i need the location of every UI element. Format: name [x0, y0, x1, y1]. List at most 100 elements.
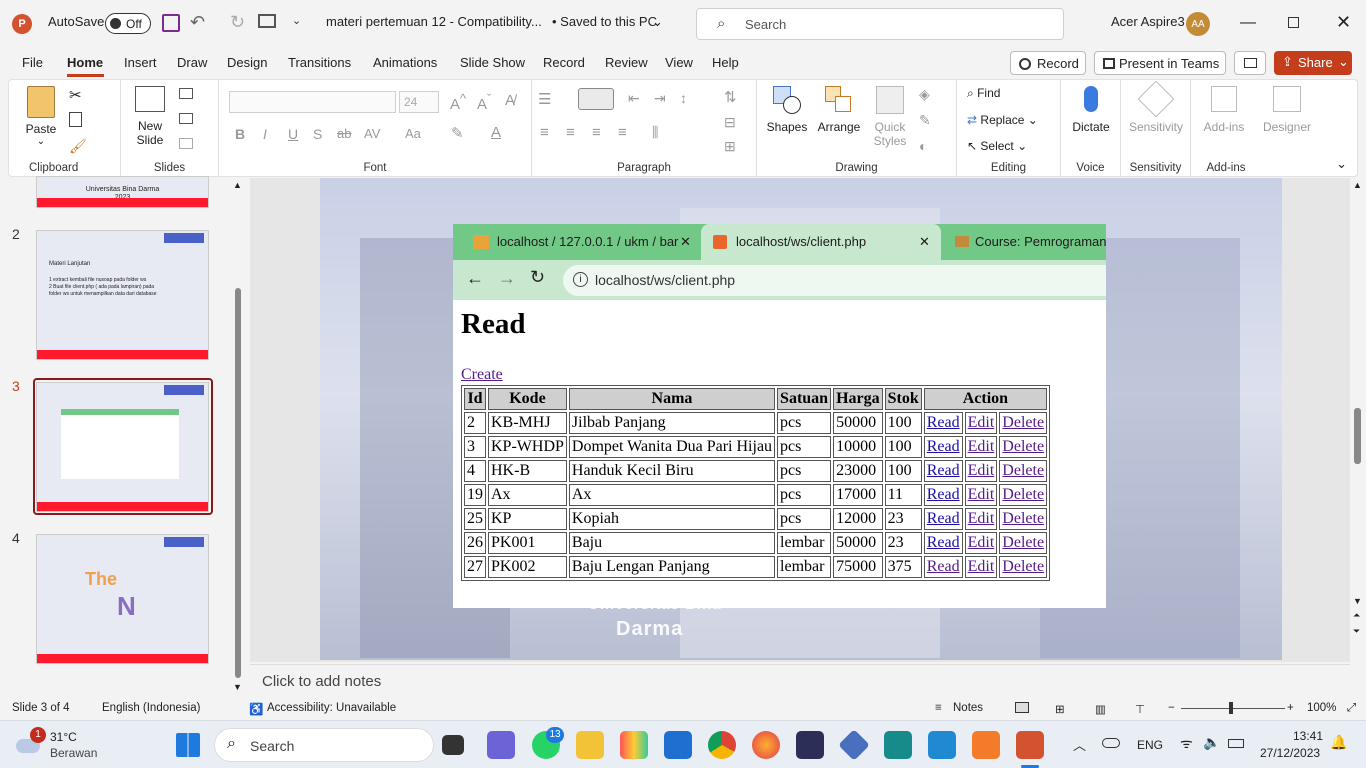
edit-link[interactable]: Edit	[968, 534, 995, 551]
network-app-icon[interactable]	[838, 729, 870, 761]
scroll-down-icon[interactable]: ▼	[233, 682, 242, 692]
slide-sorter-icon[interactable]: ⊞	[1055, 702, 1065, 716]
numbering-icon[interactable]	[578, 88, 614, 110]
decrease-font-icon[interactable]: Aˇ	[477, 92, 491, 113]
taskbar-search[interactable]: ⌕ Search	[214, 728, 434, 762]
avatar[interactable]: AA	[1186, 12, 1210, 36]
edit-link[interactable]: Edit	[968, 462, 995, 479]
present-from-start-icon[interactable]	[258, 14, 276, 28]
save-status-chevron-icon[interactable]: ⌄	[652, 14, 663, 30]
strikethrough-icon[interactable]: ab	[337, 126, 351, 141]
slide-thumbnail-4[interactable]: The N	[36, 534, 209, 664]
scroll-up-icon[interactable]: ▲	[1353, 180, 1362, 190]
decrease-indent-icon[interactable]: ⇤	[628, 90, 640, 107]
copy-icon[interactable]	[69, 112, 82, 127]
bullets-icon[interactable]: ☰	[538, 90, 551, 108]
delete-link[interactable]: Delete	[1002, 414, 1044, 431]
slide-thumbnail-3[interactable]	[36, 382, 209, 512]
tab-close-icon[interactable]: ✕	[919, 234, 930, 250]
tab-transitions[interactable]: Transitions	[288, 55, 351, 70]
tab-animations[interactable]: Animations	[373, 55, 437, 70]
chrome-icon[interactable]	[708, 731, 736, 759]
shadow-icon[interactable]: S	[313, 126, 322, 142]
url-field[interactable]: i localhost/ws/client.php	[563, 265, 1106, 296]
zoom-out-icon[interactable]: −	[1168, 702, 1175, 714]
shapes-button[interactable]: Shapes	[765, 86, 809, 134]
delete-link[interactable]: Delete	[1002, 462, 1044, 479]
collapse-ribbon-icon[interactable]: ⌄	[1336, 156, 1347, 172]
align-left-icon[interactable]: ≡	[540, 124, 549, 141]
close-icon[interactable]: ✕	[1336, 12, 1351, 33]
justify-icon[interactable]: ≡	[618, 124, 627, 141]
delete-link[interactable]: Delete	[1002, 438, 1044, 455]
new-slide-button[interactable]: New Slide	[125, 86, 175, 147]
slide-thumbnail-2[interactable]: Materi Lanjutan 1 extract kembali file n…	[36, 230, 209, 360]
tab-help[interactable]: Help	[712, 55, 739, 70]
slide-scrollbar[interactable]: ▲ ▼ ⏶ ⏷	[1350, 178, 1366, 662]
paste-button[interactable]: Paste ⌄	[19, 86, 63, 147]
xampp-taskbar-icon[interactable]	[972, 731, 1000, 759]
shape-effects-icon[interactable]: ◐	[919, 138, 927, 154]
weather-widget[interactable]: 1 31°C Berawan	[12, 727, 132, 765]
scroll-thumb[interactable]	[1354, 408, 1361, 464]
read-link[interactable]: Read	[927, 414, 960, 431]
save-status[interactable]: • Saved to this PC	[552, 14, 657, 29]
file-explorer-icon[interactable]	[576, 731, 604, 759]
bold-icon[interactable]: B	[235, 126, 245, 142]
minimize-icon[interactable]: —	[1240, 14, 1256, 32]
record-button[interactable]: Record	[1010, 51, 1086, 75]
edit-link[interactable]: Edit	[968, 486, 995, 503]
browser-tab-phpmyadmin[interactable]: localhost / 127.0.0.1 / ukm / bar ✕	[453, 224, 699, 260]
save-icon[interactable]	[162, 14, 180, 32]
read-link[interactable]: Read	[927, 534, 960, 551]
delete-link[interactable]: Delete	[1002, 510, 1044, 527]
prev-slide-icon[interactable]: ⏶	[1353, 610, 1360, 621]
notes-pane[interactable]: Click to add notes	[250, 664, 1350, 696]
autosave-toggle[interactable]: Off	[105, 13, 151, 34]
reset-icon[interactable]	[179, 113, 193, 124]
tab-slide-show[interactable]: Slide Show	[460, 55, 525, 70]
delete-link[interactable]: Delete	[1002, 558, 1044, 575]
highlight-icon[interactable]: ✎	[451, 124, 464, 142]
zoom-slider-thumb[interactable]	[1229, 702, 1233, 714]
language-status[interactable]: English (Indonesia)	[102, 702, 200, 714]
start-icon[interactable]	[176, 733, 200, 757]
photos-icon[interactable]	[620, 731, 648, 759]
align-text-icon[interactable]: ⊟	[724, 114, 736, 131]
restore-icon[interactable]	[1288, 17, 1299, 28]
back-icon[interactable]: ←	[466, 268, 484, 289]
sensitivity-button[interactable]: Sensitivity	[1121, 80, 1191, 134]
find-button[interactable]: ⌕ Find	[967, 86, 1000, 101]
powerpoint-taskbar-icon[interactable]	[1016, 731, 1044, 759]
select-button[interactable]: ↖ Select ⌄	[967, 139, 1027, 153]
create-link[interactable]: Create	[461, 366, 503, 384]
battery-icon[interactable]	[1228, 739, 1244, 748]
font-size-dropdown[interactable]: 24	[399, 91, 439, 113]
smartart-icon[interactable]: ⊞	[724, 138, 736, 155]
wifi-icon[interactable]: ᯤ	[1180, 734, 1193, 753]
edit-link[interactable]: Edit	[968, 414, 995, 431]
replace-button[interactable]: ⇄ Replace ⌄	[967, 113, 1038, 127]
firefox-icon[interactable]	[752, 731, 780, 759]
edit-link[interactable]: Edit	[968, 438, 995, 455]
tab-insert[interactable]: Insert	[124, 55, 157, 70]
zoom-in-icon[interactable]: +	[1287, 702, 1294, 714]
slideshow-view-icon[interactable]: ⊤	[1135, 702, 1145, 716]
notification-bell-icon[interactable]: 🔔	[1330, 734, 1347, 751]
browser-tab-course[interactable]: Course: Pemrograman W	[943, 224, 1106, 260]
tab-view[interactable]: View	[665, 55, 693, 70]
normal-view-icon[interactable]	[1015, 702, 1029, 713]
tab-home[interactable]: Home	[67, 55, 103, 70]
thumbnails-scrollbar[interactable]: ▲ ▼	[232, 178, 244, 693]
scroll-down-icon[interactable]: ▼	[1353, 596, 1362, 606]
browser-tab-client[interactable]: localhost/ws/client.php ✕	[701, 224, 941, 260]
volume-icon[interactable]: 🔈	[1203, 734, 1220, 751]
clock-time[interactable]: 13:41	[1293, 729, 1323, 743]
read-link[interactable]: Read	[927, 510, 960, 527]
display-app-icon[interactable]	[884, 731, 912, 759]
comments-button[interactable]	[1234, 51, 1266, 75]
columns-icon[interactable]: ⫼	[652, 124, 658, 141]
language-indicator[interactable]: ENG	[1137, 738, 1163, 752]
tab-file[interactable]: File	[22, 55, 43, 70]
undo-icon[interactable]: ↶	[190, 12, 205, 33]
